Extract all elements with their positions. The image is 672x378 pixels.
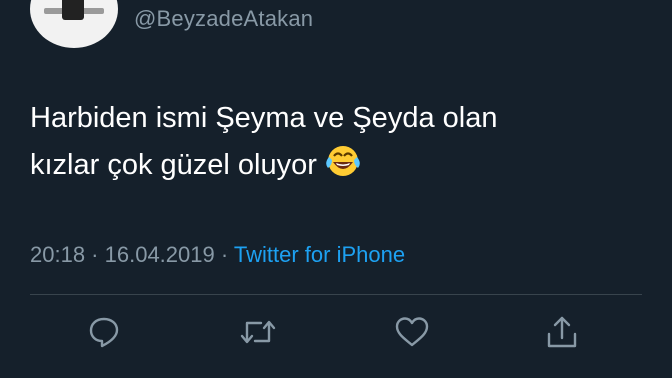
avatar[interactable] <box>30 0 118 48</box>
tweet-line-2-text: kızlar çok güzel oluyor <box>30 149 317 181</box>
tweet-time: 20:18 <box>30 242 86 267</box>
laughing-with-tears-emoji-icon <box>326 146 360 176</box>
tweet-meta: 20:18 · 16.04.2019 · Twitter for iPhone <box>30 242 405 268</box>
retweet-button[interactable] <box>238 312 278 352</box>
tweet-text: Harbiden ismi Şeyma ve Şeyda olan kızlar… <box>30 96 650 187</box>
tweet-line-1: Harbiden ismi Şeyma ve Şeyda olan <box>30 102 498 134</box>
like-icon <box>395 317 429 347</box>
share-icon <box>547 316 577 348</box>
tweet-source-link[interactable]: Twitter for iPhone <box>234 242 405 267</box>
meta-separator: · <box>214 242 234 267</box>
share-button[interactable] <box>542 312 582 352</box>
retweet-icon <box>240 320 276 344</box>
meta-separator: · <box>85 242 105 267</box>
author-handle[interactable]: @BeyzadeAtakan <box>134 6 313 32</box>
divider <box>30 294 642 295</box>
action-bar <box>0 312 672 356</box>
reply-button[interactable] <box>84 312 124 352</box>
reply-icon <box>89 317 119 348</box>
tweet-line-2: kızlar çok güzel oluyor <box>30 140 650 187</box>
like-button[interactable] <box>392 312 432 352</box>
tweet-date: 16.04.2019 <box>104 242 215 267</box>
avatar-image-figure <box>62 0 84 20</box>
